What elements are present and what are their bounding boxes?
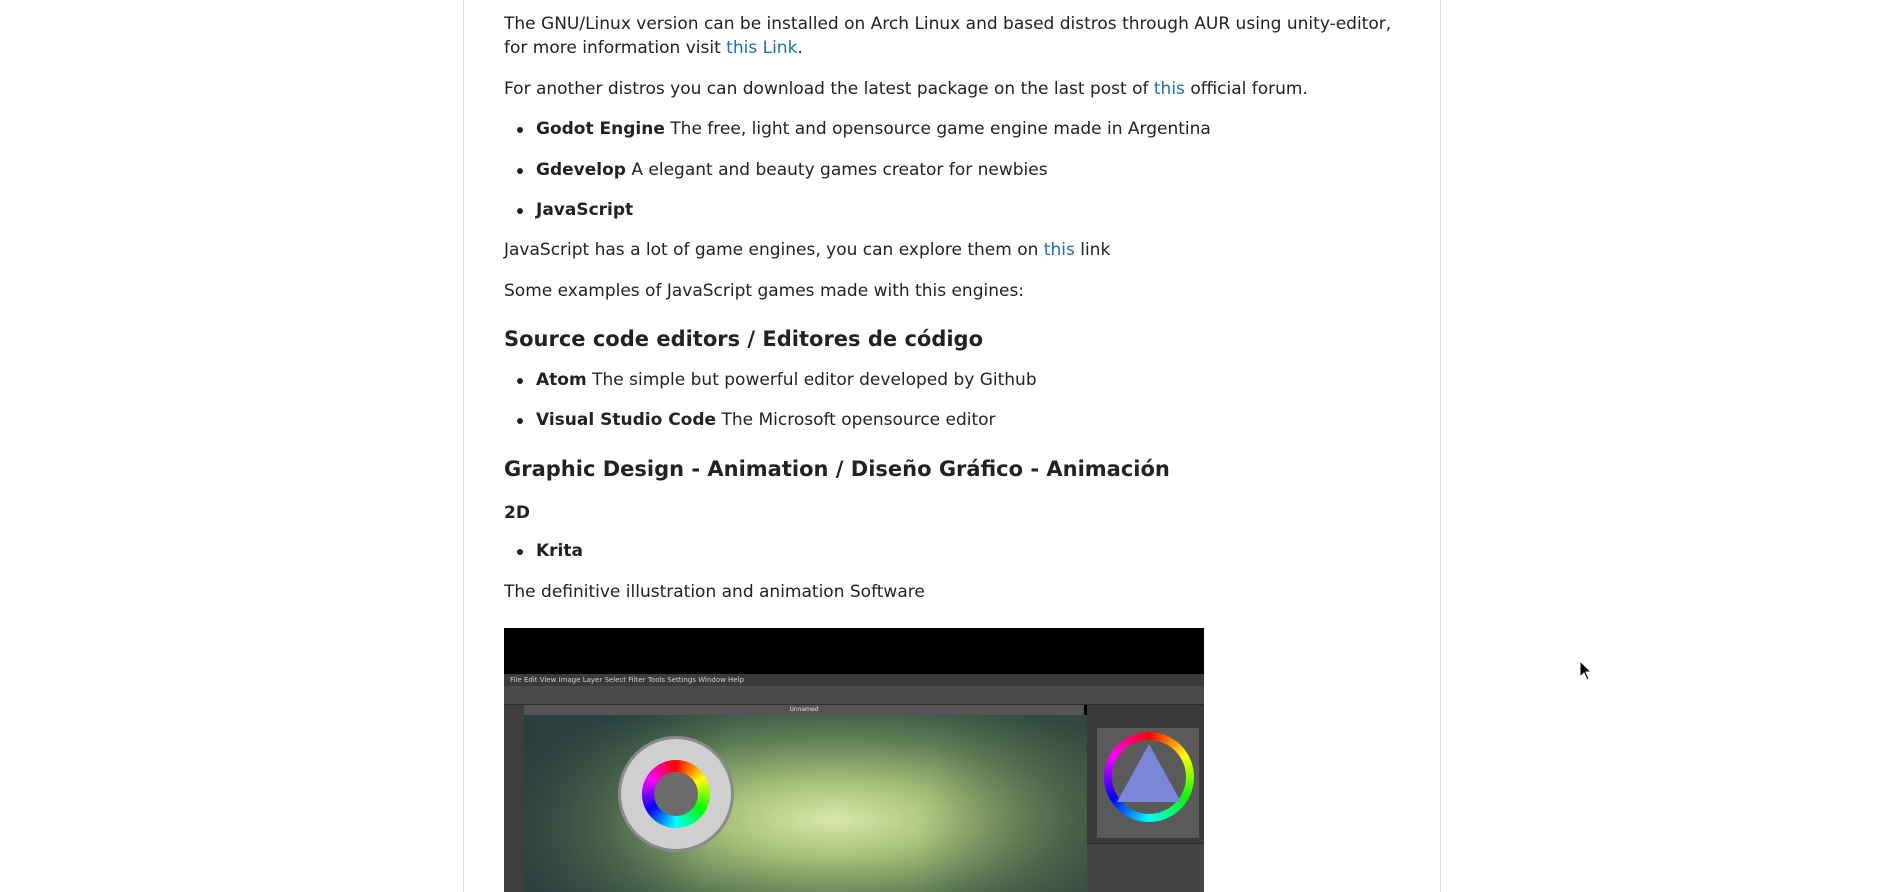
item-desc: The simple but powerful editor developed… [586, 370, 1037, 390]
heading-source-code-editors: Source code editors / Editores de código [504, 327, 984, 351]
list-item-javascript: JavaScript [516, 198, 634, 222]
paragraph-distros-text: For another distros you can download the… [504, 79, 1154, 99]
krita-menubar: File Edit View Image Layer Select Filter… [504, 674, 1204, 686]
list-item-krita: Krita [517, 539, 583, 563]
krita-toolbox [504, 705, 524, 892]
paragraph-distros-end: official forum. [1184, 79, 1308, 99]
item-name: Atom [536, 370, 587, 390]
list-item-godot: Godot Engine The free, light and opensou… [517, 117, 1211, 141]
item-name: Gdevelop [536, 160, 626, 180]
link-this-link[interactable]: this Link [726, 38, 797, 58]
paragraph-js-text: JavaScript has a lot of game engines, yo… [504, 240, 1044, 260]
item-desc: The Microsoft opensource editor [716, 410, 996, 430]
mouse-cursor-icon [1579, 660, 1593, 681]
paragraph-krita-desc: The definitive illustration and animatio… [504, 582, 925, 602]
paragraph-linux-end: . [797, 38, 803, 58]
paragraph-other-distros: For another distros you can download the… [504, 77, 1404, 101]
item-desc: The free, light and opensource game engi… [664, 119, 1211, 139]
krita-layers-docker [1087, 843, 1204, 892]
krita-document-tab: Unnamed [524, 705, 1084, 715]
item-name: Visual Studio Code [536, 410, 717, 430]
paragraph-linux-text: The GNU/Linux version can be installed o… [504, 14, 1392, 58]
list-item-atom: Atom The simple but powerful editor deve… [517, 368, 1037, 392]
link-js-engines[interactable]: this [1044, 240, 1075, 260]
krita-toolbar [504, 686, 1204, 705]
list-item-gdevelop: Gdevelop A elegant and beauty games crea… [517, 158, 1048, 182]
item-desc: A elegant and beauty games creator for n… [625, 160, 1048, 180]
article-container: The GNU/Linux version can be installed o… [463, 0, 1441, 892]
krita-screenshot-image: File Edit View Image Layer Select Filter… [504, 628, 1204, 892]
krita-canvas-shading [524, 715, 1087, 892]
paragraph-js-examples: Some examples of JavaScript games made w… [504, 281, 1025, 301]
item-name: JavaScript [536, 200, 634, 220]
item-name: Krita [536, 541, 583, 561]
heading-2d: 2D [504, 503, 530, 523]
krita-popup-center [654, 772, 698, 816]
krita-color-triangle [1117, 744, 1181, 802]
page: The GNU/Linux version can be installed o… [0, 0, 1895, 892]
item-name: Godot Engine [536, 119, 665, 139]
heading-graphic-design: Graphic Design - Animation / Diseño Gráf… [504, 457, 1170, 481]
paragraph-linux-install: The GNU/Linux version can be installed o… [504, 12, 1404, 60]
paragraph-js-end: link [1074, 240, 1111, 260]
paragraph-js-engines: JavaScript has a lot of game engines, yo… [504, 238, 1404, 262]
list-item-vscode: Visual Studio Code The Microsoft opensou… [517, 408, 996, 432]
link-forum[interactable]: this [1154, 79, 1185, 99]
